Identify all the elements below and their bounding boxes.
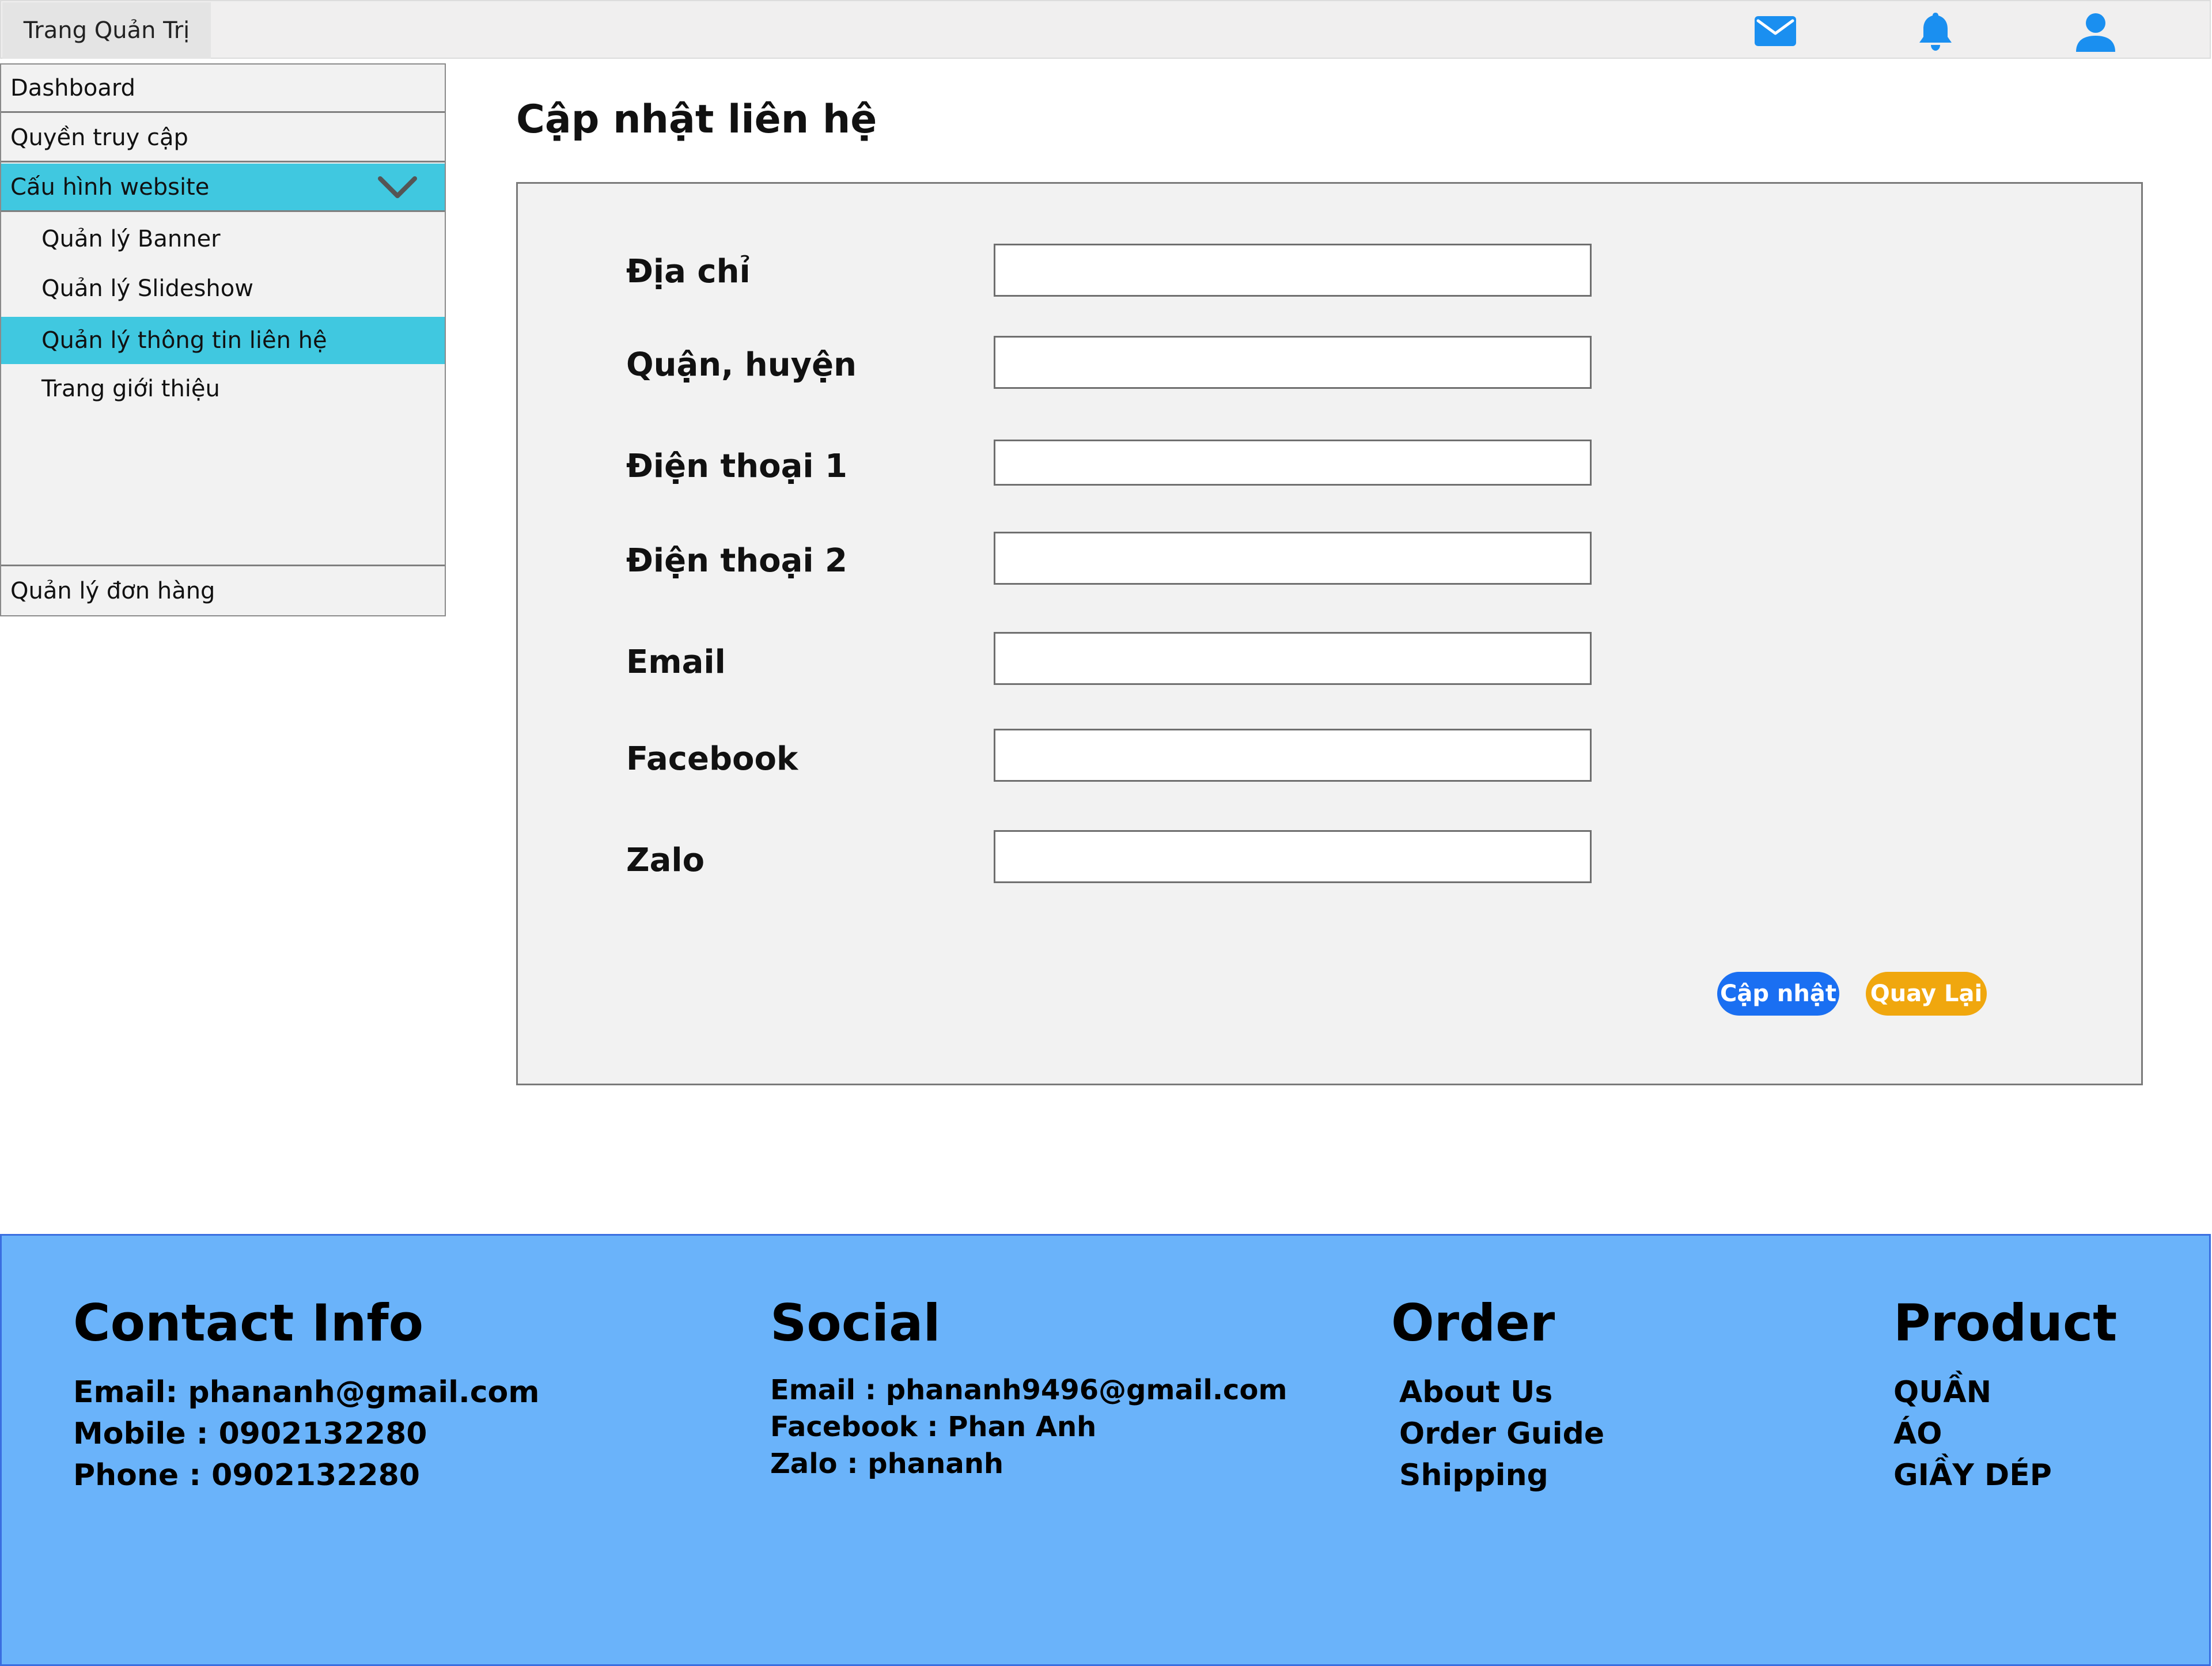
footer-link-shipping[interactable]: Shipping (1391, 1455, 1604, 1496)
footer-social-email[interactable]: Email : phananh9496@gmail.com (770, 1372, 1287, 1408)
sidebar-subitem-about-page[interactable]: Trang giới thiệu (1, 365, 445, 412)
sidebar-item-label: Dashboard (10, 74, 136, 101)
sidebar-subitem-label: Trang giới thiệu (41, 376, 220, 402)
admin-brand[interactable]: Trang Quản Trị (2, 2, 211, 59)
user-icon[interactable] (2073, 10, 2119, 52)
sidebar-item-website-config[interactable]: Cấu hình website (1, 164, 445, 212)
phone2-label: Điện thoại 2 (626, 542, 848, 580)
facebook-input[interactable] (994, 729, 1592, 782)
footer-link-shoes[interactable]: GIẦY DÉP (1893, 1455, 2117, 1496)
sidebar-item-dashboard[interactable]: Dashboard (1, 65, 445, 113)
footer-heading: Product (1893, 1293, 2118, 1353)
update-button[interactable]: Cập nhật (1717, 972, 1839, 1016)
address-label: Địa chỉ (626, 253, 751, 290)
facebook-label: Facebook (626, 740, 798, 778)
footer: Contact Info Email: phananh@gmail.com Mo… (0, 1234, 2211, 1666)
footer-link-about-us[interactable]: About Us (1391, 1372, 1604, 1413)
footer-heading: Order (1391, 1293, 1555, 1353)
phone1-label: Điện thoại 1 (626, 448, 848, 485)
footer-contact-email: Email: phananh@gmail.com (73, 1375, 540, 1410)
footer-contact-mobile: Mobile : 0902132280 (73, 1417, 427, 1451)
sidebar-subitem-label: Quản lý Banner (41, 226, 221, 252)
email-input[interactable] (994, 632, 1592, 685)
district-input[interactable] (994, 336, 1592, 389)
footer-product: Product QUẦN ÁO GIẦY DÉP (1893, 1298, 2117, 1496)
email-label: Email (626, 643, 726, 681)
sidebar-subitem-slideshow[interactable]: Quản lý Slideshow (1, 265, 445, 312)
chevron-down-icon[interactable] (377, 174, 418, 202)
sidebar-subitem-contact-info[interactable]: Quản lý thông tin liên hệ (1, 317, 445, 364)
sidebar-item-orders[interactable]: Quản lý đơn hàng (1, 565, 445, 615)
footer-social-facebook[interactable]: Facebook : Phan Anh (770, 1408, 1287, 1445)
sidebar-item-access[interactable]: Quyền truy cập (1, 114, 445, 162)
sidebar-item-label: Cấu hình website (10, 173, 210, 200)
address-input[interactable] (994, 244, 1592, 297)
footer-heading: Contact Info (73, 1293, 424, 1353)
page-title: Cập nhật liên hệ (516, 97, 877, 142)
phone2-input[interactable] (994, 532, 1592, 585)
bell-icon[interactable] (1912, 10, 1959, 52)
district-label: Quận, huyện (626, 346, 857, 384)
footer-order: Order About Us Order Guide Shipping (1391, 1298, 1604, 1496)
footer-social: Social Email : phananh9496@gmail.com Fac… (770, 1298, 1287, 1482)
footer-link-pants[interactable]: QUẦN (1893, 1372, 2117, 1413)
sidebar-item-label: Quyền truy cập (10, 124, 188, 151)
back-button[interactable]: Quay Lại (1866, 972, 1987, 1016)
top-bar: Trang Quản Trị (0, 0, 2211, 59)
phone1-input[interactable] (994, 440, 1592, 486)
zalo-input[interactable] (994, 830, 1592, 883)
footer-link-shirts[interactable]: ÁO (1893, 1413, 2117, 1455)
sidebar: Dashboard Quyền truy cập Cấu hình websit… (0, 63, 446, 616)
zalo-label: Zalo (626, 842, 705, 879)
footer-contact: Contact Info Email: phananh@gmail.com Mo… (73, 1298, 539, 1496)
footer-social-zalo[interactable]: Zalo : phananh (770, 1445, 1287, 1482)
sidebar-subitem-label: Quản lý Slideshow (41, 275, 253, 302)
footer-link-order-guide[interactable]: Order Guide (1391, 1413, 1604, 1455)
sidebar-subitem-label: Quản lý thông tin liên hệ (41, 327, 327, 354)
sidebar-subitem-banner[interactable]: Quản lý Banner (1, 215, 445, 263)
sidebar-item-label: Quản lý đơn hàng (10, 577, 215, 604)
contact-form: Địa chỉ Quận, huyện Điện thoại 1 Điện th… (516, 182, 2143, 1085)
footer-contact-phone: Phone : 0902132280 (73, 1458, 420, 1493)
footer-heading: Social (770, 1293, 941, 1353)
mail-icon[interactable] (1752, 10, 1798, 52)
